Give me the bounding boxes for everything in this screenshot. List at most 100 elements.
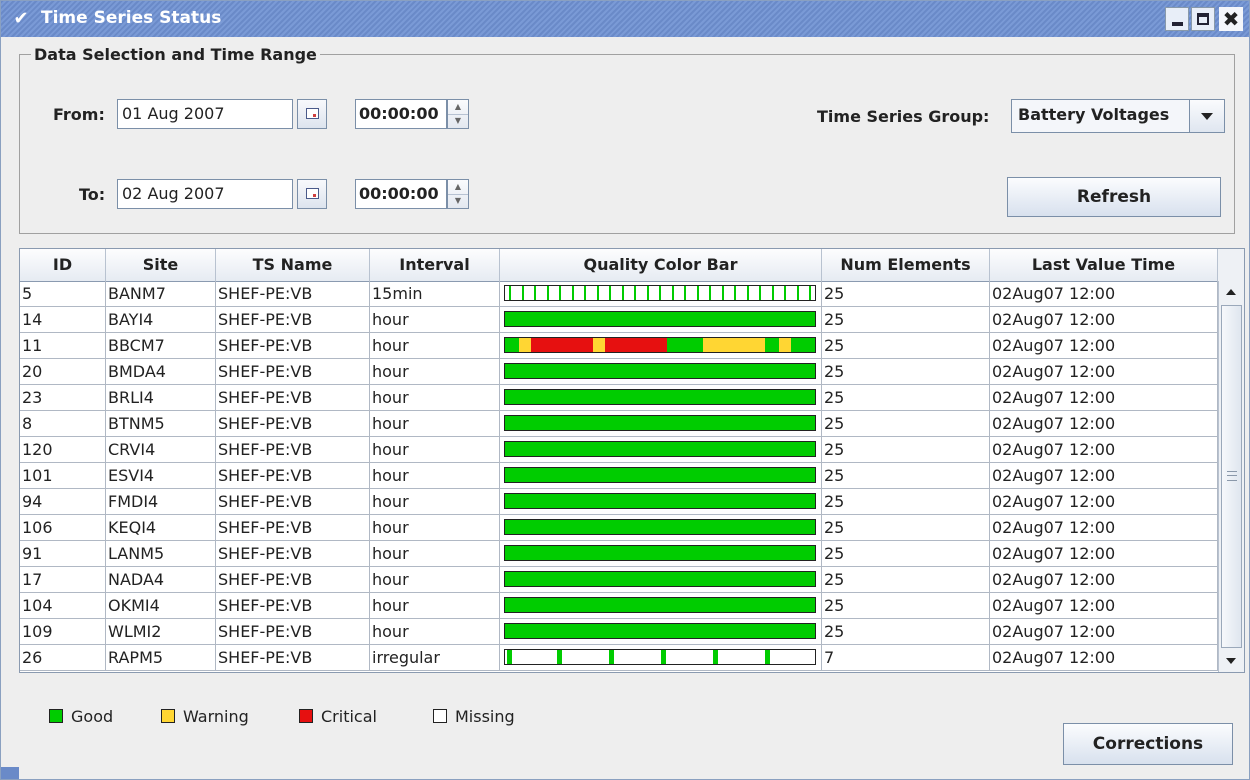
cell-interval[interactable]: hour [370,437,500,462]
cell-num-elements[interactable]: 25 [822,333,990,358]
cell-site[interactable]: BMDA4 [106,359,216,384]
from-calendar-button[interactable] [297,99,327,129]
cell-quality-color-bar[interactable] [500,463,822,488]
from-date-field[interactable]: 01 Aug 2007 [117,99,293,129]
spinner-up-icon[interactable]: ▲ [448,180,468,195]
cell-last-value-time[interactable]: 02Aug07 12:00 [990,489,1218,514]
vertical-scrollbar[interactable] [1218,281,1244,672]
cell-id[interactable]: 91 [20,541,106,566]
cell-quality-color-bar[interactable] [500,385,822,410]
cell-interval[interactable]: hour [370,489,500,514]
cell-num-elements[interactable]: 25 [822,437,990,462]
cell-site[interactable]: BRLI4 [106,385,216,410]
maximize-button[interactable] [1191,7,1215,31]
title-bar[interactable]: ✔ Time Series Status ✖ [1,1,1249,37]
cell-last-value-time[interactable]: 02Aug07 12:00 [990,567,1218,592]
table-row[interactable]: 94 FMDI4 SHEF-PE:VB hour 25 02Aug07 12:00 [20,489,1218,515]
from-time-spinner[interactable]: ▲ ▼ [447,99,469,129]
cell-quality-color-bar[interactable] [500,541,822,566]
cell-id[interactable]: 26 [20,645,106,670]
cell-quality-color-bar[interactable] [500,645,822,670]
to-time-field[interactable]: 00:00:00 [355,179,447,209]
cell-num-elements[interactable]: 25 [822,541,990,566]
table-row[interactable]: 109 WLMI2 SHEF-PE:VB hour 25 02Aug07 12:00 [20,619,1218,645]
cell-last-value-time[interactable]: 02Aug07 12:00 [990,307,1218,332]
cell-site[interactable]: BAYI4 [106,307,216,332]
cell-num-elements[interactable]: 25 [822,619,990,644]
cell-interval[interactable]: hour [370,593,500,618]
cell-num-elements[interactable]: 25 [822,359,990,384]
cell-last-value-time[interactable]: 02Aug07 12:00 [990,281,1218,306]
cell-site[interactable]: LANM5 [106,541,216,566]
cell-interval[interactable]: hour [370,359,500,384]
cell-ts-name[interactable]: SHEF-PE:VB [216,437,370,462]
to-calendar-button[interactable] [297,179,327,209]
cell-quality-color-bar[interactable] [500,281,822,306]
cell-quality-color-bar[interactable] [500,619,822,644]
cell-num-elements[interactable]: 25 [822,385,990,410]
cell-interval[interactable]: hour [370,411,500,436]
cell-site[interactable]: NADA4 [106,567,216,592]
table-row[interactable]: 91 LANM5 SHEF-PE:VB hour 25 02Aug07 12:00 [20,541,1218,567]
column-header[interactable]: TS Name [216,249,370,281]
cell-ts-name[interactable]: SHEF-PE:VB [216,541,370,566]
chevron-down-icon[interactable] [1189,100,1224,132]
cell-ts-name[interactable]: SHEF-PE:VB [216,359,370,384]
cell-id[interactable]: 101 [20,463,106,488]
to-date-field[interactable]: 02 Aug 2007 [117,179,293,209]
cell-ts-name[interactable]: SHEF-PE:VB [216,385,370,410]
cell-interval[interactable]: hour [370,541,500,566]
table-row[interactable]: 106 KEQI4 SHEF-PE:VB hour 25 02Aug07 12:00 [20,515,1218,541]
cell-quality-color-bar[interactable] [500,359,822,384]
cell-site[interactable]: BTNM5 [106,411,216,436]
cell-num-elements[interactable]: 25 [822,307,990,332]
cell-id[interactable]: 23 [20,385,106,410]
cell-quality-color-bar[interactable] [500,333,822,358]
cell-last-value-time[interactable]: 02Aug07 12:00 [990,541,1218,566]
table-row[interactable]: 101 ESVI4 SHEF-PE:VB hour 25 02Aug07 12:00 [20,463,1218,489]
cell-site[interactable]: CRVI4 [106,437,216,462]
cell-quality-color-bar[interactable] [500,489,822,514]
close-button[interactable]: ✖ [1219,7,1243,31]
corrections-button[interactable]: Corrections [1063,723,1233,765]
spinner-down-icon[interactable]: ▼ [448,194,468,208]
minimize-button[interactable] [1165,7,1189,31]
cell-num-elements[interactable]: 25 [822,593,990,618]
cell-quality-color-bar[interactable] [500,437,822,462]
table-row[interactable]: 14 BAYI4 SHEF-PE:VB hour 25 02Aug07 12:00 [20,307,1218,333]
cell-id[interactable]: 11 [20,333,106,358]
cell-interval[interactable]: hour [370,333,500,358]
table-row[interactable]: 23 BRLI4 SHEF-PE:VB hour 25 02Aug07 12:00 [20,385,1218,411]
cell-ts-name[interactable]: SHEF-PE:VB [216,333,370,358]
cell-last-value-time[interactable]: 02Aug07 12:00 [990,333,1218,358]
cell-interval[interactable]: hour [370,567,500,592]
table-row[interactable]: 26 RAPM5 SHEF-PE:VB irregular 7 02Aug07 12:00 [20,645,1218,671]
column-header[interactable]: Num Elements [822,249,990,281]
table-row[interactable]: 17 NADA4 SHEF-PE:VB hour 25 02Aug07 12:00 [20,567,1218,593]
scroll-thumb[interactable] [1221,305,1242,648]
cell-ts-name[interactable]: SHEF-PE:VB [216,645,370,670]
scroll-up-icon[interactable] [1219,281,1244,303]
spinner-up-icon[interactable]: ▲ [448,100,468,115]
cell-ts-name[interactable]: SHEF-PE:VB [216,593,370,618]
cell-interval[interactable]: 15min [370,281,500,306]
column-header[interactable]: Quality Color Bar [500,249,822,281]
column-header[interactable]: Interval [370,249,500,281]
table-row[interactable]: 20 BMDA4 SHEF-PE:VB hour 25 02Aug07 12:00 [20,359,1218,385]
cell-quality-color-bar[interactable] [500,307,822,332]
refresh-button[interactable]: Refresh [1007,177,1221,217]
cell-last-value-time[interactable]: 02Aug07 12:00 [990,463,1218,488]
cell-id[interactable]: 109 [20,619,106,644]
cell-id[interactable]: 14 [20,307,106,332]
cell-site[interactable]: BBCM7 [106,333,216,358]
cell-site[interactable]: FMDI4 [106,489,216,514]
cell-id[interactable]: 104 [20,593,106,618]
time-series-group-select[interactable]: Battery Voltages [1011,99,1225,133]
cell-site[interactable]: ESVI4 [106,463,216,488]
cell-num-elements[interactable]: 25 [822,411,990,436]
cell-ts-name[interactable]: SHEF-PE:VB [216,281,370,306]
cell-ts-name[interactable]: SHEF-PE:VB [216,567,370,592]
cell-interval[interactable]: hour [370,307,500,332]
table-row[interactable]: 8 BTNM5 SHEF-PE:VB hour 25 02Aug07 12:00 [20,411,1218,437]
cell-ts-name[interactable]: SHEF-PE:VB [216,463,370,488]
